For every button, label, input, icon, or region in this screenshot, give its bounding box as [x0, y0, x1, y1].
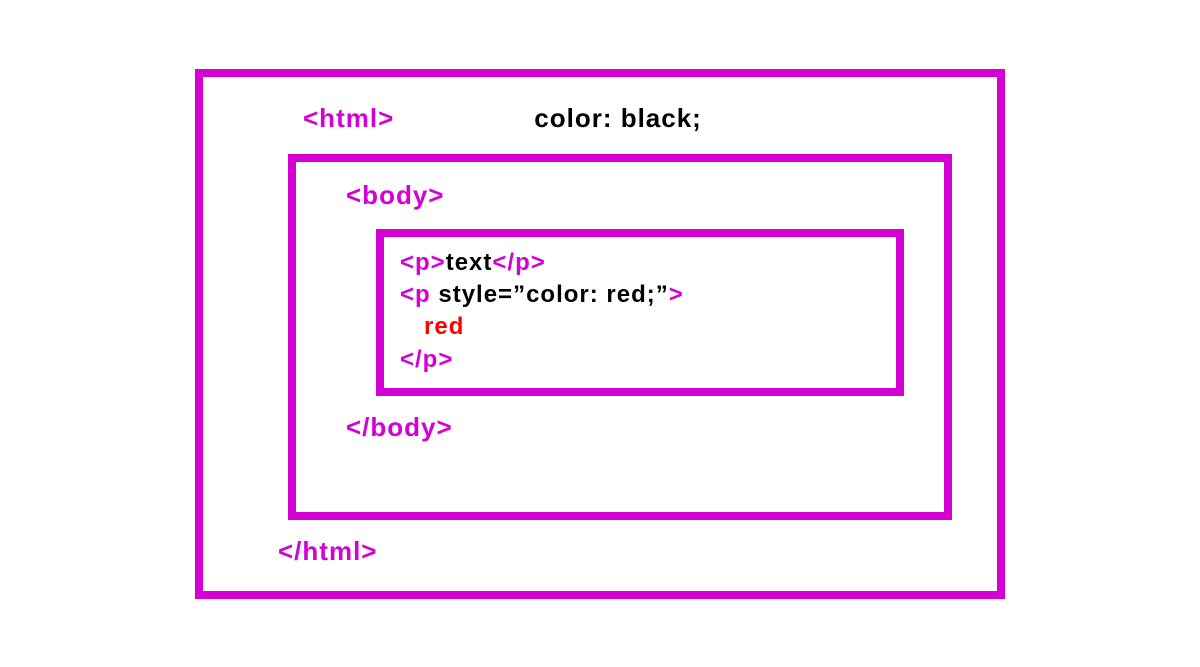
css-rule-text: color: black;	[534, 103, 702, 134]
body-open-tag: <body>	[326, 176, 914, 229]
html-element-box: <html> color: black; <body> <p>text</p> …	[195, 69, 1005, 599]
html-close-tag: </html>	[243, 520, 957, 571]
p-open-tag: <p>	[400, 249, 446, 276]
p-close-tag: </p>	[492, 249, 545, 276]
body-close-tag: </body>	[326, 396, 914, 443]
paragraph-box: <p>text</p> <p style=”color: red;”> red …	[376, 229, 904, 397]
paragraph-line-4: </p>	[400, 344, 880, 376]
html-open-tag: <html>	[303, 103, 394, 134]
style-attribute: style=”color: red;”	[431, 281, 669, 308]
paragraph-line-1: <p>text</p>	[400, 247, 880, 279]
tag-close-bracket: >	[669, 281, 684, 308]
p-close-tag-styled: </p>	[400, 346, 453, 373]
paragraph-text: text	[446, 249, 493, 276]
paragraph-line-2: <p style=”color: red;”>	[400, 279, 880, 311]
outer-box-header: <html> color: black;	[243, 95, 957, 154]
paragraph-line-3: red	[400, 311, 880, 343]
red-text-content: red	[424, 313, 464, 340]
body-element-box: <body> <p>text</p> <p style=”color: red;…	[288, 154, 952, 520]
p-open-tag-styled: <p	[400, 281, 431, 308]
